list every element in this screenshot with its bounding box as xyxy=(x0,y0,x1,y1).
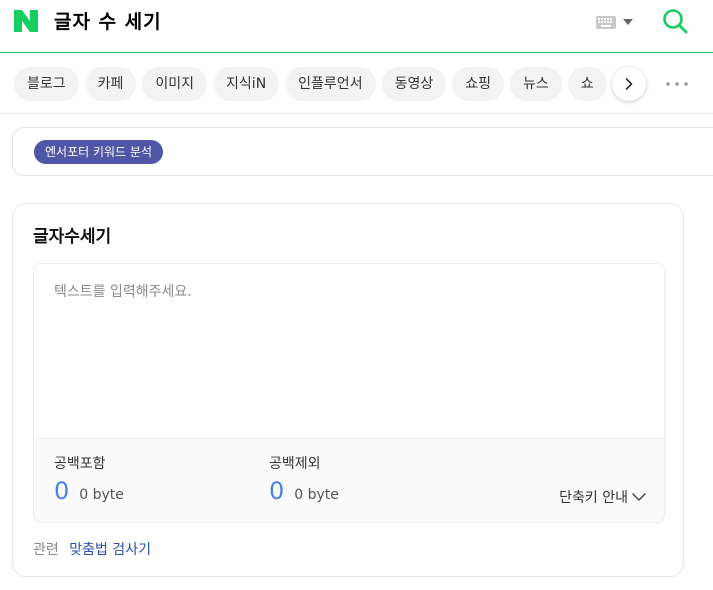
tab-list: 블로그 카페 이미지 지식iN 인플루언서 동영상 쇼핑 뉴스 쇼 xyxy=(14,67,622,101)
keyboard-icon xyxy=(596,15,616,29)
tabs-more-button[interactable] xyxy=(664,75,690,93)
counter-stats: 공백포함 0 0 byte 공백제외 0 0 byte 단축키 안내 xyxy=(34,438,664,522)
tab-news[interactable]: 뉴스 xyxy=(509,67,562,101)
spell-checker-link[interactable]: 맞춤법 검사기 xyxy=(69,542,151,558)
without-spaces-label: 공백제외 xyxy=(269,456,321,472)
keyboard-toggle-button[interactable] xyxy=(596,13,640,31)
naver-logo[interactable] xyxy=(14,10,38,32)
tab-shopping[interactable]: 쇼핑 xyxy=(452,67,504,101)
with-spaces-label: 공백포함 xyxy=(54,456,106,472)
search-icon[interactable] xyxy=(662,8,688,34)
keyword-bar: 엔서포터 키워드 분석 xyxy=(12,127,713,176)
shortcut-guide-label: 단축키 안내 xyxy=(559,490,628,506)
tab-cafe[interactable]: 카페 xyxy=(84,67,137,101)
with-spaces-stat: 공백포함 0 0 byte xyxy=(54,453,254,505)
search-tabs: 블로그 카페 이미지 지식iN 인플루언서 동영상 쇼핑 뉴스 쇼 xyxy=(0,54,713,114)
search-query[interactable]: 글자 수 세기 xyxy=(54,8,162,36)
related-label: 관련 xyxy=(33,542,59,558)
keyword-analysis-badge[interactable]: 엔서포터 키워드 분석 xyxy=(34,140,163,164)
tab-influencer[interactable]: 인플루언서 xyxy=(285,67,376,101)
tab-images[interactable]: 이미지 xyxy=(142,67,208,101)
without-spaces-stat: 공백제외 0 0 byte xyxy=(269,453,469,505)
related-links: 관련 맞춤법 검사기 xyxy=(33,540,151,560)
tab-kin[interactable]: 지식iN xyxy=(213,67,280,101)
caret-down-icon xyxy=(623,19,633,25)
card-title: 글자수세기 xyxy=(33,227,112,247)
text-input[interactable] xyxy=(34,264,664,438)
char-counter-card: 글자수세기 공백포함 0 0 byte 공백제외 0 0 byte 단축키 안내 xyxy=(12,203,684,577)
without-spaces-count: 0 xyxy=(269,477,285,505)
search-header: 글자 수 세기 xyxy=(0,0,713,53)
counter-editor: 공백포함 0 0 byte 공백제외 0 0 byte 단축키 안내 xyxy=(33,263,665,523)
tabs-next-button[interactable] xyxy=(612,67,646,101)
chevron-down-icon xyxy=(632,493,646,501)
tab-shorts[interactable]: 쇼 xyxy=(567,67,607,101)
more-icon xyxy=(666,82,688,86)
with-spaces-bytes: 0 byte xyxy=(79,487,124,503)
tab-blog[interactable]: 블로그 xyxy=(14,67,79,101)
chevron-right-icon xyxy=(625,78,633,90)
shortcut-guide-button[interactable]: 단축키 안내 xyxy=(559,487,646,507)
without-spaces-bytes: 0 byte xyxy=(294,487,339,503)
with-spaces-count: 0 xyxy=(54,477,70,505)
tab-video[interactable]: 동영상 xyxy=(381,67,447,101)
